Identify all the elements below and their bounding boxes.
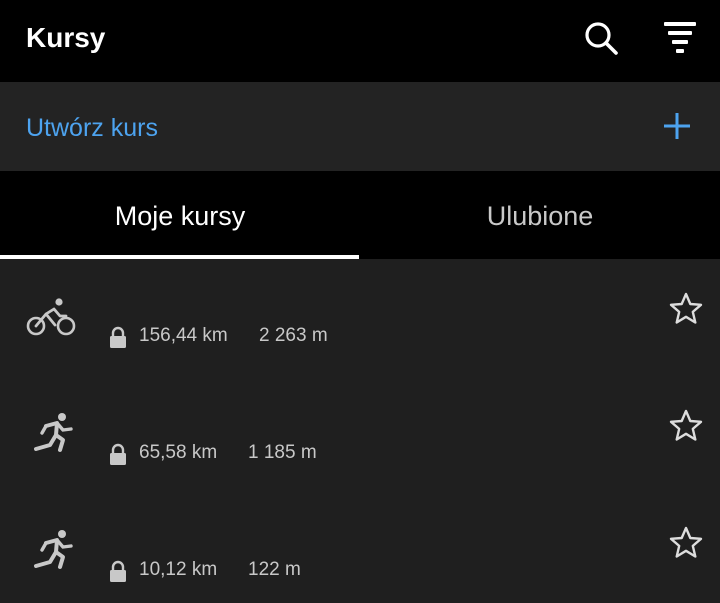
lock-icon [110,560,126,582]
course-list-item[interactable]: 156,44 km 2 263 m [0,259,720,376]
tab-favorites[interactable]: Ulubione [360,171,720,259]
page-title: Kursy [26,22,106,53]
filter-icon[interactable] [657,16,703,62]
course-elevation: 122 m [248,559,301,580]
plus-icon [664,113,690,139]
course-list-item[interactable]: 10,12 km 122 m [0,493,720,603]
course-distance: 65,58 km [139,442,218,463]
tab-my-courses[interactable]: Moje kursy [0,171,360,259]
course-distance: 10,12 km [139,559,218,580]
running-icon [34,530,73,569]
search-icon[interactable] [578,16,624,62]
star-icon[interactable] [668,408,704,444]
course-list-item[interactable]: 65,58 km 1 185 m [0,376,720,493]
star-icon[interactable] [668,525,704,561]
create-course-label: Utwórz kurs [26,114,158,142]
lock-icon [110,443,126,465]
course-list: 156,44 km 2 263 m 65,58 km 1 185 m 10,12… [0,259,720,603]
course-elevation: 2 263 m [259,325,328,346]
tab-bar: Moje kursy Ulubione [0,171,720,259]
course-elevation: 1 185 m [248,442,317,463]
cycling-icon [26,298,76,336]
star-icon[interactable] [668,291,704,327]
top-app-bar: Kursy [0,0,720,82]
lock-icon [110,326,126,348]
running-icon [34,413,73,452]
create-course-button[interactable]: Utwórz kurs [0,82,720,171]
course-distance: 156,44 km [139,325,228,346]
courses-screen: Kursy Utwórz kurs Moje kursy Ulubione 15… [0,0,720,603]
